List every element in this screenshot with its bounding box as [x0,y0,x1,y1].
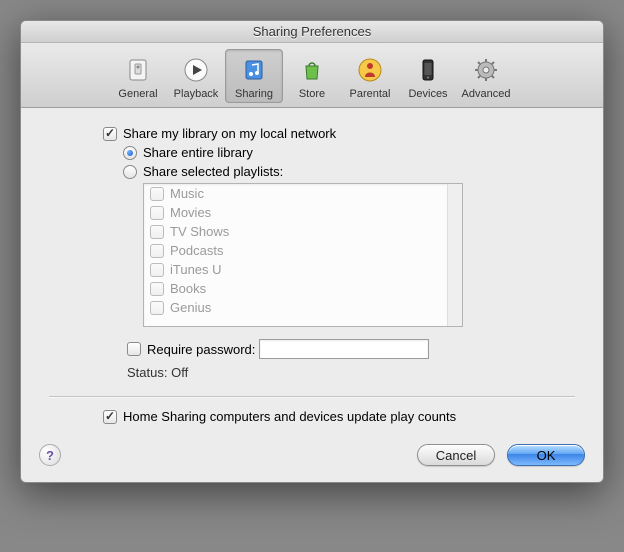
share-entire-label: Share entire library [143,145,253,160]
list-item: iTunes U [144,260,462,279]
playlist-label: Books [170,281,206,296]
require-password-label: Require password: [147,342,255,357]
music-note-icon [238,54,270,86]
toolbar-tab-parental[interactable]: Parental [341,49,399,103]
playlist-checkbox [150,263,164,277]
shopping-bag-icon [296,54,328,86]
toolbar-tab-store[interactable]: Store [283,49,341,103]
playlist-checkbox [150,301,164,315]
playlist-label: Movies [170,205,211,220]
playlist-checkbox [150,187,164,201]
list-item: Books [144,279,462,298]
playlist-checkbox [150,244,164,258]
share-selected-radio[interactable] [123,165,137,179]
password-field[interactable] [259,339,429,359]
help-button[interactable]: ? [39,444,61,466]
require-password-checkbox[interactable] [127,342,141,356]
ok-button[interactable]: OK [507,444,585,466]
playlist-checkbox [150,282,164,296]
playlist-label: Podcasts [170,243,223,258]
playlist-label: Music [170,186,204,201]
divider [49,396,575,397]
toolbar-tab-devices[interactable]: Devices [399,49,457,103]
toolbar-label: General [118,88,157,100]
window-title: Sharing Preferences [21,21,603,43]
person-warning-icon [354,54,386,86]
list-item: Movies [144,203,462,222]
share-entire-radio[interactable] [123,146,137,160]
playlist-label: Genius [170,300,211,315]
footer: ? Cancel OK [21,438,603,482]
share-library-label: Share my library on my local network [123,126,336,141]
playlist-list[interactable]: Music Movies TV Shows Podcasts iTunes U … [143,183,463,327]
toolbar-label: Advanced [462,88,511,100]
gear-icon [470,54,502,86]
status-label: Status: [127,365,167,380]
playlist-label: TV Shows [170,224,229,239]
list-item: Podcasts [144,241,462,260]
toolbar-label: Playback [174,88,219,100]
list-item: TV Shows [144,222,462,241]
content-pane: Share my library on my local network Sha… [21,108,603,438]
toolbar-tab-advanced[interactable]: Advanced [457,49,515,103]
play-icon [180,54,212,86]
share-selected-label: Share selected playlists: [143,164,283,179]
preferences-window: Sharing Preferences General Playback Sha… [20,20,604,483]
list-item: Genius [144,298,462,317]
toolbar: General Playback Sharing Store Parental [21,43,603,108]
toolbar-label: Store [299,88,325,100]
toolbar-label: Sharing [235,88,273,100]
scrollbar[interactable] [447,184,462,326]
playlist-checkbox [150,225,164,239]
share-library-checkbox[interactable] [103,127,117,141]
toolbar-label: Devices [408,88,447,100]
toolbar-tab-general[interactable]: General [109,49,167,103]
switch-icon [122,54,154,86]
home-sharing-checkbox[interactable] [103,410,117,424]
status-value: Off [171,365,188,380]
home-sharing-label: Home Sharing computers and devices updat… [123,409,456,424]
toolbar-label: Parental [350,88,391,100]
toolbar-tab-playback[interactable]: Playback [167,49,225,103]
playlist-checkbox [150,206,164,220]
phone-icon [412,54,444,86]
cancel-button[interactable]: Cancel [417,444,495,466]
playlist-label: iTunes U [170,262,222,277]
list-item: Music [144,184,462,203]
toolbar-tab-sharing[interactable]: Sharing [225,49,283,103]
